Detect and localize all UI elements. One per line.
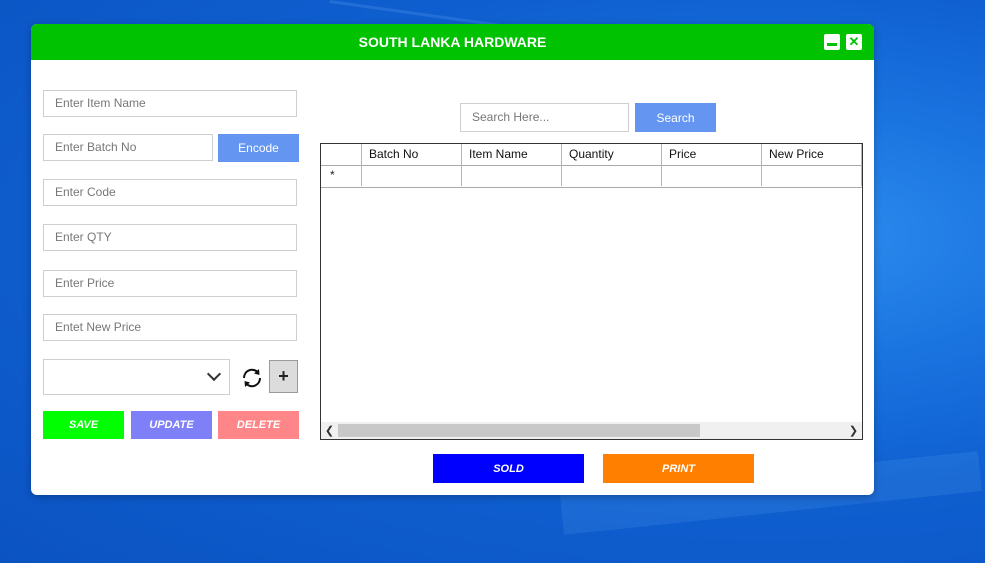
scroll-right-icon[interactable]: ❯	[845, 422, 862, 439]
update-button[interactable]: UPDATE	[131, 411, 212, 439]
search-button[interactable]: Search	[635, 103, 716, 132]
price-input[interactable]: Enter Price	[43, 270, 297, 297]
add-category-button[interactable]: +	[269, 360, 298, 393]
delete-button[interactable]: DELETE	[218, 411, 299, 439]
grid-header: Batch No Item Name Quantity Price New Pr…	[321, 144, 862, 166]
horizontal-scrollbar[interactable]: ❮ ❯	[321, 422, 862, 439]
refresh-icon[interactable]	[240, 366, 264, 390]
row-header-corner	[321, 144, 362, 165]
new-price-input[interactable]: Entet New Price	[43, 314, 297, 341]
app-window: SOUTH LANKA HARDWARE ✕ Enter Item Name E…	[31, 24, 874, 495]
column-header-quantity[interactable]: Quantity	[562, 144, 662, 165]
search-input[interactable]: Search Here...	[460, 103, 629, 132]
scrollbar-thumb[interactable]	[338, 424, 700, 437]
scroll-left-icon[interactable]: ❮	[321, 422, 338, 439]
grid-cell[interactable]	[562, 165, 662, 186]
items-grid[interactable]: Batch No Item Name Quantity Price New Pr…	[320, 143, 863, 440]
print-button[interactable]: PRINT	[603, 454, 754, 483]
new-row[interactable]: *	[321, 165, 862, 188]
row-header: *	[321, 165, 362, 186]
category-select[interactable]	[43, 359, 230, 395]
title-bar[interactable]: SOUTH LANKA HARDWARE ✕	[31, 24, 874, 60]
new-row-marker: *	[330, 168, 335, 182]
grid-cell[interactable]	[662, 165, 762, 186]
plus-icon: +	[278, 366, 289, 386]
sold-button[interactable]: SOLD	[433, 454, 584, 483]
column-header-price[interactable]: Price	[662, 144, 762, 165]
code-input[interactable]: Enter Code	[43, 179, 297, 206]
close-button[interactable]: ✕	[846, 34, 862, 50]
grid-cell[interactable]	[762, 165, 862, 186]
grid-cell[interactable]	[462, 165, 562, 186]
minimize-icon	[827, 43, 837, 46]
chevron-down-icon	[206, 366, 222, 382]
column-header-batch-no[interactable]: Batch No	[362, 144, 462, 165]
qty-input[interactable]: Enter QTY	[43, 224, 297, 251]
item-name-input[interactable]: Enter Item Name	[43, 90, 297, 117]
window-title: SOUTH LANKA HARDWARE	[358, 34, 547, 50]
encode-button[interactable]: Encode	[218, 134, 299, 162]
column-header-item-name[interactable]: Item Name	[462, 144, 562, 165]
grid-cell[interactable]	[362, 165, 462, 186]
minimize-button[interactable]	[824, 34, 840, 50]
column-header-new-price[interactable]: New Price	[762, 144, 862, 165]
batch-no-input[interactable]: Enter Batch No	[43, 134, 213, 161]
close-icon: ✕	[848, 34, 860, 49]
save-button[interactable]: SAVE	[43, 411, 124, 439]
